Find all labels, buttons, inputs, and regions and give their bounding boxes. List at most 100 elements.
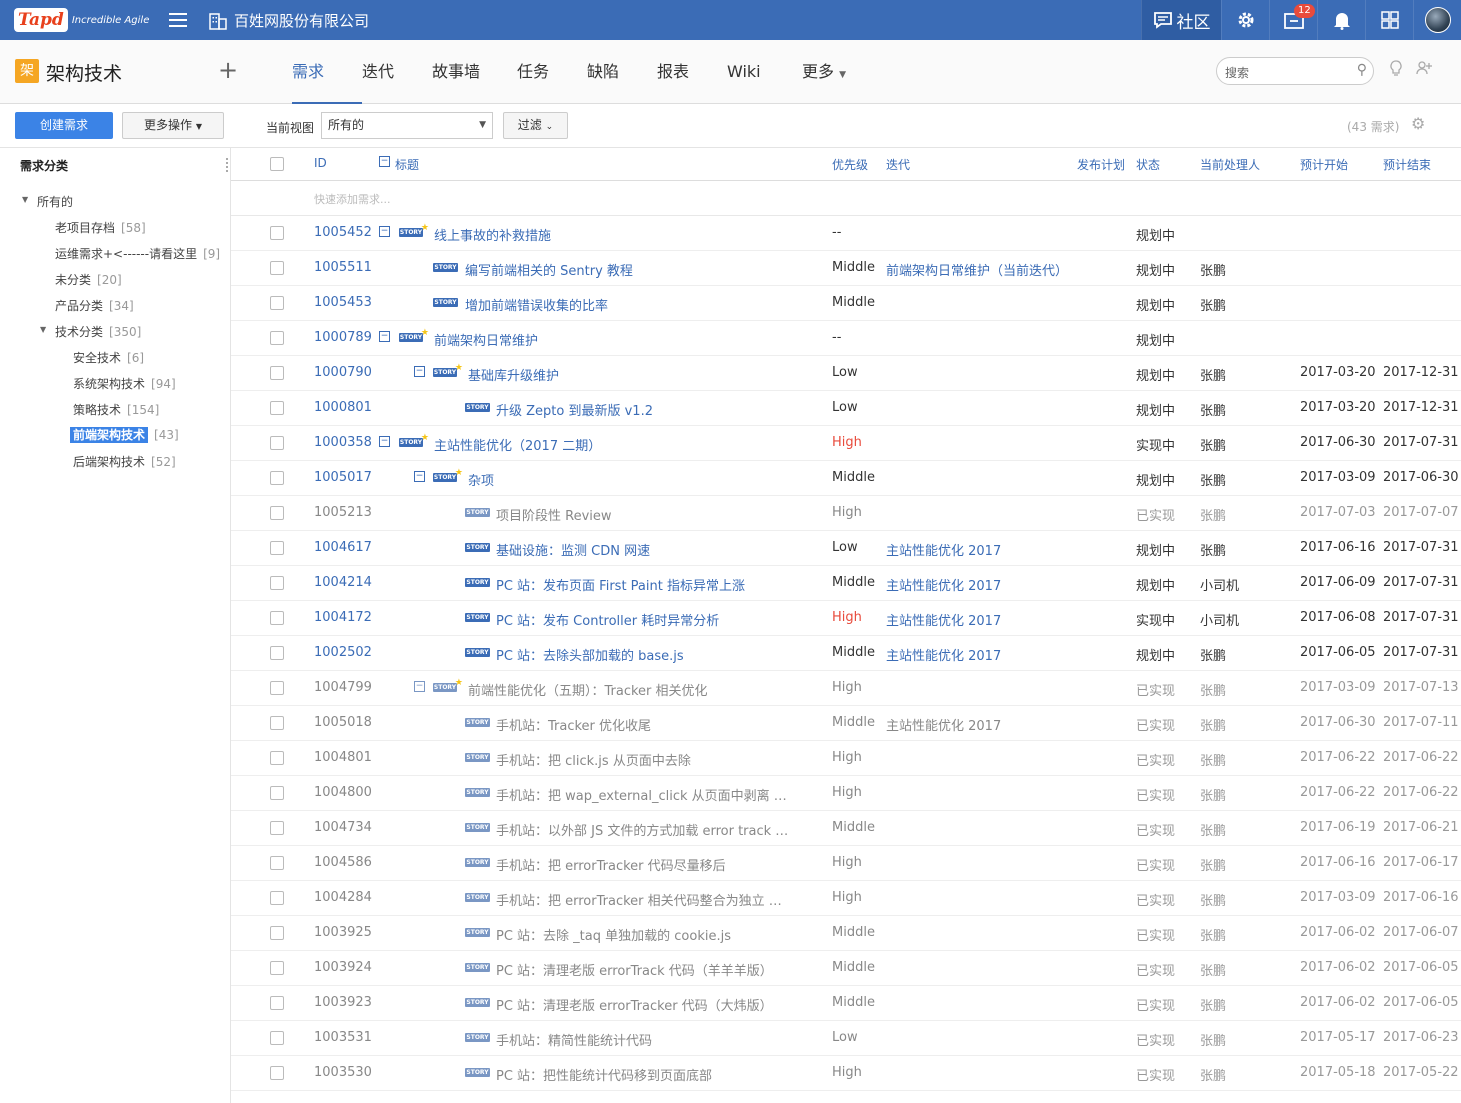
story-title[interactable]: 编写前端相关的 Sentry 教程 (465, 260, 633, 279)
story-title[interactable]: PC 站：发布页面 First Paint 指标异常上涨 (496, 575, 745, 594)
table-row[interactable]: 1003924 STORY PC 站：清理老版 errorTrack 代码（羊羊羊版… (231, 951, 1461, 986)
table-row[interactable]: 1004214 STORY PC 站：发布页面 First Paint 指标异常上涨… (231, 566, 1461, 601)
menu-icon[interactable] (169, 13, 187, 27)
story-priority[interactable]: Middle (832, 995, 875, 1010)
row-checkbox[interactable] (270, 576, 284, 590)
row-checkbox[interactable] (270, 961, 284, 975)
story-id[interactable]: 1002502 (314, 645, 372, 660)
story-id[interactable]: 1004586 (314, 855, 372, 870)
story-status[interactable]: 已实现 (1136, 890, 1175, 909)
story-title[interactable]: PC 站：去除头部加载的 base.js (496, 645, 684, 664)
table-row[interactable]: 1000801 STORY 升级 Zepto 到最新版 v1.2 Low 规划中 张鹏 20… (231, 391, 1461, 426)
story-id[interactable]: 1004799 (314, 680, 372, 695)
add-icon[interactable]: + (218, 56, 238, 84)
row-checkbox[interactable] (270, 611, 284, 625)
story-id[interactable]: 1005511 (314, 260, 372, 275)
table-row[interactable]: 1004734 STORY 手机站：以外部 JS 文件的方式加载 error tra… (231, 811, 1461, 846)
story-title[interactable]: 前端架构日常维护 (434, 330, 538, 349)
story-priority[interactable]: Middle (832, 295, 875, 310)
story-title[interactable]: PC 站：清理老版 errorTrack 代码（羊羊羊版） (496, 960, 773, 979)
sidebar-item-ops[interactable]: 运维需求+<------请看这里 [9] (55, 245, 220, 262)
collapse-icon[interactable]: − (379, 226, 390, 237)
row-checkbox[interactable] (270, 366, 284, 380)
table-settings-icon[interactable]: ⚙ (1411, 114, 1425, 133)
collapse-icon[interactable]: − (414, 471, 425, 482)
collapse-icon[interactable]: − (414, 366, 425, 377)
story-title[interactable]: 手机站：把 errorTracker 代码尽量移后 (496, 855, 726, 874)
tab-reports[interactable]: 报表 (657, 40, 727, 104)
story-status[interactable]: 规划中 (1136, 330, 1175, 349)
story-status[interactable]: 已实现 (1136, 750, 1175, 769)
story-owner[interactable]: 张鹏 (1200, 925, 1226, 944)
story-status[interactable]: 规划中 (1136, 645, 1175, 664)
story-owner[interactable]: 张鹏 (1200, 680, 1226, 699)
search-icon[interactable]: ⚲ (1357, 62, 1367, 78)
row-checkbox[interactable] (270, 716, 284, 730)
story-title[interactable]: 手机站：精简性能统计代码 (496, 1030, 652, 1049)
story-id[interactable]: 1003925 (314, 925, 372, 940)
table-row[interactable]: 1003923 STORY PC 站：清理老版 errorTracker 代码（大炜… (231, 986, 1461, 1021)
story-iteration[interactable]: 前端架构日常维护（当前迭代） (886, 260, 1068, 279)
row-checkbox[interactable] (270, 821, 284, 835)
story-iteration[interactable]: 主站性能优化 2017 (886, 645, 1001, 664)
table-row[interactable]: 1004800 STORY 手机站：把 wap_external_click 从页面… (231, 776, 1461, 811)
story-title[interactable]: PC 站：清理老版 errorTracker 代码（大炜版） (496, 995, 773, 1014)
story-owner[interactable]: 张鹏 (1200, 855, 1226, 874)
story-priority[interactable]: Middle (832, 925, 875, 940)
row-checkbox[interactable] (270, 401, 284, 415)
story-iteration[interactable]: 主站性能优化 2017 (886, 540, 1001, 559)
story-status[interactable]: 已实现 (1136, 960, 1175, 979)
sidebar-item-product[interactable]: 产品分类 [34] (55, 297, 134, 314)
story-iteration[interactable]: 主站性能优化 2017 (886, 610, 1001, 629)
table-row[interactable]: 1004586 STORY 手机站：把 errorTracker 代码尽量移后 Hig… (231, 846, 1461, 881)
story-owner[interactable]: 张鹏 (1200, 435, 1226, 454)
row-checkbox[interactable] (270, 786, 284, 800)
story-id[interactable]: 1005453 (314, 295, 372, 310)
table-row[interactable]: 1005452− STORY 线上事故的补救措施 -- 规划中 (231, 216, 1461, 251)
col-start[interactable]: 预计开始 (1300, 156, 1348, 173)
story-priority[interactable]: High (832, 855, 862, 870)
story-priority[interactable]: High (832, 1065, 862, 1080)
table-row[interactable]: 1003531 STORY 手机站：精简性能统计代码 Low 已实现 张鹏 2017-05-… (231, 1021, 1461, 1056)
story-priority[interactable]: Middle (832, 960, 875, 975)
row-checkbox[interactable] (270, 681, 284, 695)
story-title[interactable]: 基础设施：监测 CDN 网速 (496, 540, 650, 559)
story-iteration[interactable]: 主站性能优化 2017 (886, 575, 1001, 594)
story-status[interactable]: 规划中 (1136, 365, 1175, 384)
story-status[interactable]: 已实现 (1136, 715, 1175, 734)
story-status[interactable]: 已实现 (1136, 1065, 1175, 1084)
story-priority[interactable]: Low (832, 540, 858, 555)
story-title[interactable]: 手机站：把 wap_external_click 从页面中剥离 … (496, 785, 787, 804)
story-owner[interactable]: 张鹏 (1200, 365, 1226, 384)
story-owner[interactable]: 张鹏 (1200, 400, 1226, 419)
tab-stories[interactable]: 需求 (292, 40, 362, 104)
story-id[interactable]: 1000790 (314, 365, 372, 380)
story-id[interactable]: 1004801 (314, 750, 372, 765)
story-owner[interactable]: 张鹏 (1200, 715, 1226, 734)
story-title[interactable]: PC 站：发布 Controller 耗时异常分析 (496, 610, 719, 629)
story-owner[interactable]: 张鹏 (1200, 750, 1226, 769)
story-id[interactable]: 1003924 (314, 960, 372, 975)
create-story-button[interactable]: 创建需求 (15, 112, 113, 139)
apps-button[interactable] (1365, 0, 1413, 40)
table-row[interactable]: 1005017 − STORY 杂项 Middle 规划中 张鹏 2017-03-09 2017… (231, 461, 1461, 496)
story-priority[interactable]: High (832, 785, 862, 800)
project-name[interactable]: 架构技术 (46, 59, 122, 86)
story-status[interactable]: 规划中 (1136, 470, 1175, 489)
row-checkbox[interactable] (270, 331, 284, 345)
tab-tasks[interactable]: 任务 (517, 40, 587, 104)
story-id[interactable]: 1004172 (314, 610, 372, 625)
view-select[interactable]: 所有的 ▼ (321, 112, 493, 139)
col-title[interactable]: 标题 (395, 156, 419, 173)
tapd-logo[interactable]: Tapd Incredible Agile (14, 6, 149, 34)
tab-bugs[interactable]: 缺陷 (587, 40, 657, 104)
story-title[interactable]: 基础库升级维护 (468, 365, 559, 384)
select-all-checkbox[interactable] (270, 157, 284, 171)
story-priority[interactable]: Low (832, 1030, 858, 1045)
sidebar-item-tech[interactable]: 技术分类 [350] (55, 323, 141, 340)
row-checkbox[interactable] (270, 926, 284, 940)
story-title[interactable]: PC 站：去除 _taq 单独加载的 cookie.js (496, 925, 731, 944)
story-id[interactable]: 1003923 (314, 995, 372, 1010)
story-status[interactable]: 已实现 (1136, 995, 1175, 1014)
table-row[interactable]: 1003530 STORY PC 站：把性能统计代码移到页面底部 High 已实现 张鹏 2… (231, 1056, 1461, 1091)
